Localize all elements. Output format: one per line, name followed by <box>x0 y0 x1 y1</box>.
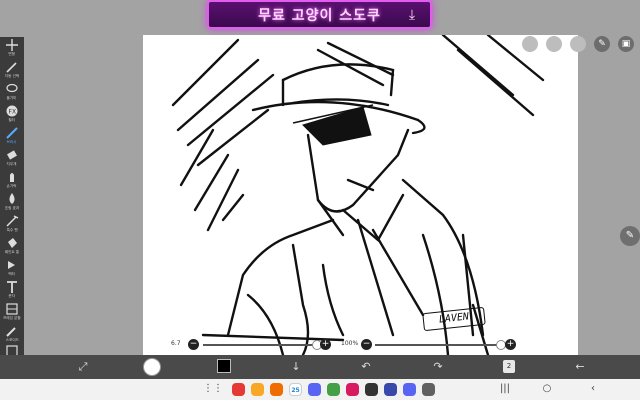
app-red-icon[interactable] <box>232 383 245 396</box>
sketch-drawing <box>171 35 545 357</box>
redo-icon[interactable]: ↷ <box>430 359 446 375</box>
tool-frame[interactable]: 프레임 분할 <box>0 303 24 325</box>
tool-label: 지우개 <box>7 161 17 166</box>
tool-vector[interactable]: 벡터 <box>0 259 24 281</box>
tool-label: 벡터 <box>8 271 16 276</box>
tool-label: 올가미 <box>7 95 17 100</box>
app-yellow-icon[interactable] <box>251 383 264 396</box>
app-discord2-icon[interactable] <box>403 383 416 396</box>
text-icon <box>7 281 17 293</box>
brush-preview-button[interactable] <box>143 358 161 376</box>
tool-text[interactable]: 문자 <box>0 281 24 303</box>
image-icon: ▣ <box>621 39 631 49</box>
bottom-toolbar: ⤢ ↓ ↶ ↷ 2 ← <box>0 355 640 379</box>
hand-button[interactable] <box>570 36 586 52</box>
ad-text: 무료 고양이 스도쿠 <box>258 7 381 24</box>
color-swatch[interactable] <box>217 359 231 373</box>
back-icon[interactable]: ‹ <box>586 382 600 396</box>
app-window: 무료 고양이 스도쿠 ⤓ 변형 자동 선택 올가미 FX 필터 브러시 지우개 <box>0 0 640 400</box>
tool-label: 프레임 분할 <box>3 315 21 320</box>
eyedropper-icon <box>6 327 16 337</box>
tool-blur[interactable]: 흐림 효과 <box>0 193 24 215</box>
recents-icon[interactable]: ||| <box>498 382 512 396</box>
tool-label: 흐림 효과 <box>4 205 20 210</box>
tool-label: 문자 <box>8 293 16 298</box>
tool-label: 브러시 <box>7 139 17 144</box>
calendar-icon[interactable]: 25 <box>289 383 302 396</box>
tool-smudge[interactable]: 손가락 <box>0 171 24 193</box>
tool-select[interactable]: 자동 선택 <box>0 61 24 83</box>
tool-brush[interactable]: 브러시 <box>0 127 24 149</box>
app-indigo-icon[interactable] <box>384 383 397 396</box>
opacity-plus-button[interactable]: + <box>505 339 516 350</box>
tool-move[interactable]: 변형 <box>0 39 24 61</box>
tool-label: 특수 펜 <box>6 227 18 232</box>
brush-icon <box>6 127 18 139</box>
panel-button[interactable] <box>546 36 562 52</box>
tool-label: 손가락 <box>7 183 17 188</box>
side-panel-toggle[interactable]: ✎ <box>620 226 640 246</box>
vector-icon <box>8 261 15 269</box>
pencil-icon: ✎ <box>598 39 606 49</box>
system-nav-bar: ⋮⋮ 25 ||| ○ ‹ <box>0 379 640 400</box>
tool-label: 자동 선택 <box>4 73 20 78</box>
download-arrow-icon[interactable]: ↓ <box>288 359 304 375</box>
bucket-icon <box>8 238 17 248</box>
size-track[interactable] <box>203 344 323 346</box>
undo-history-button[interactable] <box>522 36 538 52</box>
tool-label: 변형 <box>8 51 16 56</box>
app-dark-icon[interactable] <box>365 383 378 396</box>
special-pen-icon <box>6 215 19 227</box>
opacity-minus-button[interactable]: − <box>361 339 372 350</box>
image-button[interactable]: ▣ <box>618 36 634 52</box>
brush-size-label: 6.7 <box>171 340 181 347</box>
app-orange-icon[interactable] <box>270 383 283 396</box>
home-icon[interactable]: ○ <box>540 382 554 396</box>
opacity-label: 100% <box>341 340 359 347</box>
back-arrow-icon[interactable]: ← <box>572 359 588 375</box>
fx-icon: FX <box>6 105 18 117</box>
undo-icon[interactable]: ↶ <box>358 359 374 375</box>
drawing-canvas[interactable]: LAVEN <box>143 35 578 361</box>
tool-eraser[interactable]: 지우개 <box>0 149 24 171</box>
brush-slider-row: 6.7 − + 100% − + <box>143 337 578 353</box>
drop-icon <box>9 193 15 204</box>
tool-fill[interactable]: 페인트 통 <box>0 237 24 259</box>
tool-special[interactable]: 특수 펜 <box>0 215 24 237</box>
ad-banner[interactable]: 무료 고양이 스도쿠 ⤓ <box>207 0 432 29</box>
tool-label: 필터 <box>8 117 16 122</box>
pen-button[interactable]: ✎ <box>594 36 610 52</box>
tool-filter[interactable]: FX 필터 <box>0 105 24 127</box>
app-discord-icon[interactable] <box>308 383 321 396</box>
svg-text:FX: FX <box>9 109 17 116</box>
magic-wand-icon <box>6 62 17 73</box>
opacity-track[interactable] <box>375 344 505 346</box>
app-gray-icon[interactable] <box>422 383 435 396</box>
app-green-icon[interactable] <box>327 383 340 396</box>
move-icon <box>6 39 18 51</box>
finger-icon <box>10 173 14 182</box>
lasso-icon <box>6 83 18 93</box>
size-plus-button[interactable]: + <box>320 339 331 350</box>
app-magenta-icon[interactable] <box>346 383 359 396</box>
left-toolbar: 변형 자동 선택 올가미 FX 필터 브러시 지우개 손가락 흐림 효과 특수 … <box>0 37 24 362</box>
tool-label: 페인트 통 <box>4 249 20 254</box>
tool-dropper[interactable]: 스포이드 <box>0 325 24 347</box>
size-minus-button[interactable]: − <box>188 339 199 350</box>
transform-icon[interactable]: ⤢ <box>75 359 91 375</box>
layer-count-badge[interactable]: 2 <box>503 360 515 373</box>
apps-grid-icon[interactable]: ⋮⋮ <box>203 382 223 396</box>
eraser-icon <box>7 150 17 160</box>
tool-lasso[interactable]: 올가미 <box>0 83 24 105</box>
frame-icon <box>6 303 18 315</box>
download-icon[interactable]: ⤓ <box>404 7 420 23</box>
tool-label: 스포이드 <box>5 337 19 342</box>
